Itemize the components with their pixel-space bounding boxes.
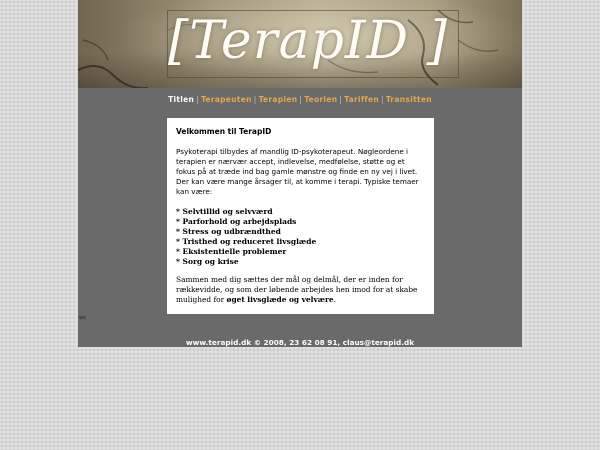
nav-item-titlen[interactable]: Titlen [168,95,194,104]
outro-emphasis: øget livsglæde og velvære [226,295,334,304]
main-nav: Titlen | Terapeuten | Terapien | Teorien | Tarif… [78,95,522,104]
nav-separator: | [381,95,384,104]
nav-item-tariffen[interactable]: Tariffen [344,95,379,104]
footer-contact: www.terapid.dk © 2008, 23 62 08 91, clau… [185,338,415,347]
topic-list: * Selvtillid og selvværd * Parforhold og… [176,207,425,267]
nav-item-terapien[interactable]: Terapien [259,95,298,104]
outro-end: . [333,295,336,304]
list-item: * Eksistentielle problemer [176,247,287,256]
nav-item-teorien[interactable]: Teorien [304,95,337,104]
outro-paragraph: Sammen med dig sættes der mål og delmål,… [176,275,425,305]
content-box: Velkommen til TerapID Psykoterapi tilbyd… [167,118,434,314]
nav-item-terapeuten[interactable]: Terapeuten [201,95,252,104]
page-container: [TerapID ] Titlen | Terapeuten | Terapien | Te… [78,0,522,347]
nav-separator: | [299,95,303,104]
tiny-label: ws [79,315,86,321]
nav-item-transitten[interactable]: Transitten [386,95,432,104]
site-logo[interactable]: [TerapID ] [168,8,468,74]
list-item: * Selvtillid og selvværd [176,207,273,216]
header-banner: [TerapID ] [78,0,522,88]
page-title: Velkommen til TerapID [176,127,272,136]
nav-separator: | [253,95,257,104]
list-item: * Sorg og krise [176,257,239,266]
list-item: * Parforhold og arbejdsplads [176,217,297,226]
list-item: * Stress og udbrændthed [176,227,281,236]
intro-paragraph: Psykoterapi tilbydes af mandlig ID-psyko… [176,147,419,196]
nav-separator: | [339,95,343,104]
list-item: * Tristhed og reduceret livsglæde [176,237,317,246]
nav-separator: | [196,95,200,104]
